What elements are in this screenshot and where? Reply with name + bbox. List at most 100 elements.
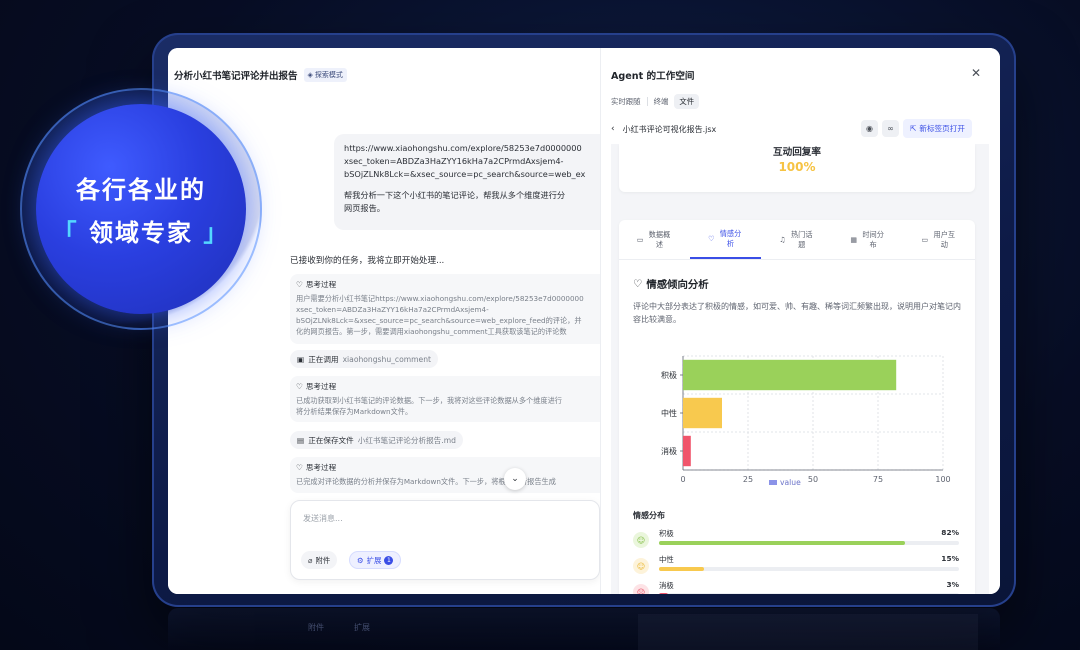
y-tick-label: 消极 [661,446,677,456]
tab-hot-topics[interactable]: ♫ 热门话题 [761,220,832,259]
message-composer[interactable]: 发送消息... ⌀ 附件 ⚙ 扩展 1 [290,500,600,580]
lightbulb-icon: ♡ [296,280,303,289]
chat-title: 分析小红书笔记评论并出报告 [174,71,298,82]
tab-user-interaction[interactable]: ▭ 用户互动 [904,220,975,259]
neutral-face-icon: ☺ [633,558,649,574]
thinking-step-line: 用户需要分析小红书笔记https://www.xiaohongshu.com/e… [296,294,584,303]
tool-call-pill[interactable]: ▣ 正在调用 xiaohongshu_comment [290,350,439,368]
promo-badge: 各行各业的 「 领域专家 」 [36,104,246,314]
badge-bracket-open: 「 [52,219,79,247]
app-screen: 分析小红书笔记评论并出报告 ◈ 探索模式 https://www.xiaohon… [168,48,1000,594]
heart-icon: ♡ [708,233,715,243]
x-tick-label: 25 [743,475,753,484]
thinking-step[interactable]: ♡ 思考过程 已成功获取到小红书笔记的评论数据。下一步，我将对这些评论数据从多个… [290,376,600,422]
workspace-title: Agent 的工作空间 [611,71,695,82]
thinking-step-label: 思考过程 [305,382,337,391]
file-icon: ▤ [297,435,305,445]
distribution-row: ☺ 中性 15% [633,554,963,578]
tab-label: 时间分布 [862,229,884,249]
x-tick-label: 0 [680,475,685,484]
distribution-percent: 15% [941,554,959,563]
thinking-step-line: bSOjZLNk8Lck=&xsec_source=pc_search&sour… [296,316,582,325]
thinking-step-line: 已完成对评论数据的分析并保存为Markdown文件。下一步，将根据分析报告生成 [296,477,556,486]
tab-label: 用户互动 [933,229,956,249]
thinking-step-label: 思考过程 [305,280,337,289]
copy-link-button[interactable]: ∞ [882,120,899,137]
close-icon[interactable]: ✕ [971,66,981,80]
tab-files[interactable]: 文件 [674,94,700,109]
distribution-name: 积极 [659,529,674,538]
calendar-icon: ▦ [850,234,858,244]
analysis-card: ▭ 数据概述 ♡ 情感分析 ♫ 热门话题 ▦ 时间分布 ▭ 用户互动 ♡ 情感倾… [619,220,975,594]
analysis-tabs: ▭ 数据概述 ♡ 情感分析 ♫ 热门话题 ▦ 时间分布 ▭ 用户互动 [619,220,975,260]
chevron-left-icon[interactable]: ‹ [611,124,615,134]
attach-button[interactable]: ⌀ 附件 [301,551,338,569]
view-toggle-button[interactable]: ◉ [861,120,878,137]
tool-call-name: 小红书笔记评论分析报告.md [357,435,456,445]
badge-bracket-close: 」 [203,219,230,247]
tool-call-name: xiaohongshu_comment [342,354,432,364]
device-reflection: 附件 扩展 [168,608,1000,650]
thinking-step[interactable]: ♡ 思考过程 已完成对评论数据的分析并保存为Markdown文件。下一步，将根据… [290,457,600,493]
y-tick-label: 积极 [661,370,677,380]
paperclip-icon: ⌀ [308,555,313,565]
distribution-bar [659,567,704,571]
legend-label: value [780,478,801,487]
thinking-step-line: xsec_token=ABDZa3HaZYY16kHa7a2CPrmdAxsje… [296,305,489,314]
tool-call-pill[interactable]: ▤ 正在保存文件 小红书笔记评论分析报告.md [290,431,463,449]
kpi-value: 100% [778,160,816,174]
file-name: 小红书评论可视化报告.jsx [622,124,717,134]
tab-label: 情感分析 [719,228,742,248]
sad-face-icon: ☹ [633,584,649,594]
tab-time-distribution[interactable]: ▦ 时间分布 [833,220,904,259]
smile-icon: ☺ [633,532,649,548]
chevron-down-icon: ⌄ [511,474,519,484]
expand-label: 扩展 [366,555,382,565]
workspace-tabs: 实时跟随 终端 文件 [611,94,700,109]
open-new-tab-button[interactable]: ⇱ 新标签页打开 [903,119,972,138]
tab-sentiment-analysis[interactable]: ♡ 情感分析 [690,220,762,259]
reflection-attach-label: 附件 [308,623,324,632]
tab-terminal[interactable]: 终端 [654,96,669,107]
badge-line-2: 「 领域专家 」 [53,213,230,248]
shield-icon: ◈ [307,71,313,79]
lightbulb-icon: ♡ [296,463,303,472]
user-message-line: 帮我分析一下这个小红书的笔记评论，帮我从多个维度进行分 [344,190,566,200]
scroll-down-button[interactable]: ⌄ [504,468,526,490]
attach-label: 附件 [315,555,331,565]
tab-divider [646,97,648,106]
assistant-reply: 已接收到你的任务，我将立即开始处理... [290,256,445,266]
open-new-tab-label: 新标签页打开 [919,124,965,133]
section-title: ♡ 情感倾向分析 [633,276,709,292]
tab-live-follow[interactable]: 实时跟随 [611,96,641,107]
link-icon: ∞ [887,124,894,133]
file-preview: 互动回复率 100% ▭ 数据概述 ♡ 情感分析 ♫ 热门话题 ▦ 时间分布 ▭… [611,144,989,594]
expand-count-badge: 1 [384,555,394,565]
plugin-icon: ⚙ [357,555,364,565]
tool-call-status: 正在调用 [308,354,339,364]
thinking-step[interactable]: ♡ 思考过程 用户需要分析小红书笔记https://www.xiaohongsh… [290,274,600,344]
message-input[interactable]: 发送消息... [303,513,343,524]
distribution-name: 消极 [659,581,674,590]
distribution-title: 情感分布 [633,511,665,520]
expand-button[interactable]: ⚙ 扩展 1 [349,551,402,569]
user-message-line: xsec_token=ABDZa3HaZYY16kHa7a2CPrmdAxsje… [344,156,564,166]
user-message-line: 网页报告。 [344,203,385,213]
chart-bar [683,397,722,429]
eye-icon: ◉ [866,124,873,133]
kpi-label: 互动回复率 [773,147,821,158]
music-note-icon: ♫ [779,234,786,244]
distribution-percent: 82% [941,528,959,537]
tab-data-overview[interactable]: ▭ 数据概述 [619,220,690,259]
distribution-name: 中性 [659,555,674,564]
user-message-line: https://www.xiaohongshu.com/explore/5825… [344,143,582,153]
mode-tag[interactable]: ◈ 探索模式 [303,68,347,82]
y-tick-label: 中性 [661,408,677,418]
chart-bar [683,435,691,467]
user-message-line: bSOjZLNk8Lck=&xsec_source=pc_search&sour… [344,169,586,179]
chat-bubble-icon: ▭ [636,234,644,244]
mode-tag-label: 探索模式 [314,71,343,79]
distribution-bar [659,541,905,545]
workspace-pane: Agent 的工作空间 ✕ 实时跟随 终端 文件 ‹ 小红书评论可视化报告.js… [600,48,1000,594]
badge-line-2-text: 领域专家 [78,219,204,247]
